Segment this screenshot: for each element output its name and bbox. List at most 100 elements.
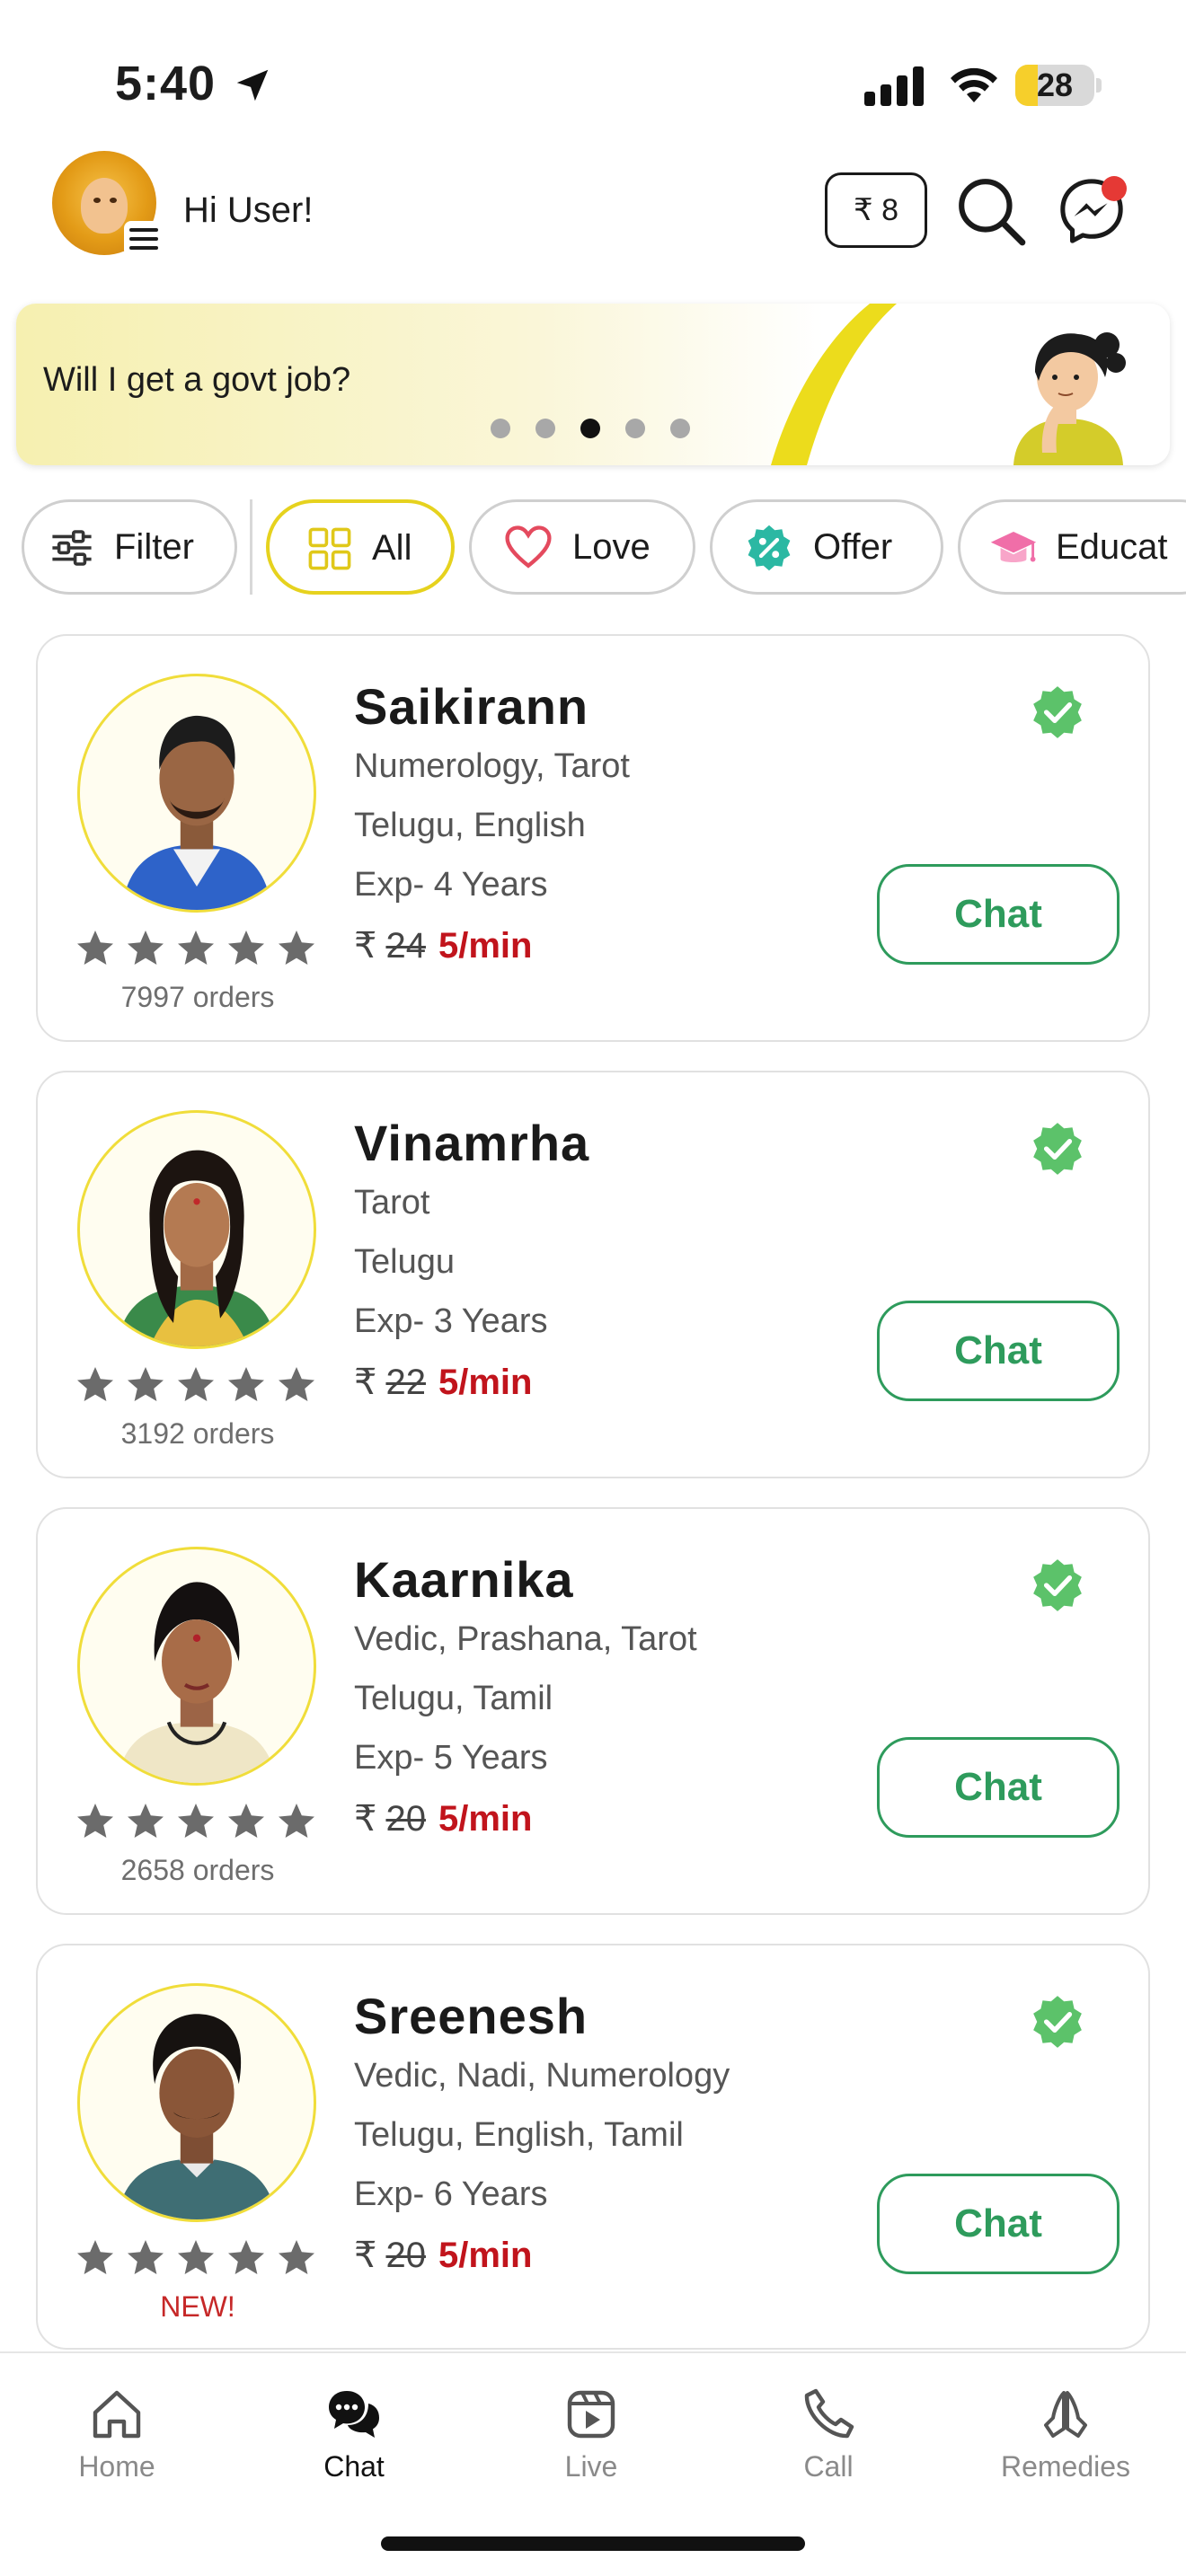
banner-text: Will I get a govt job?	[43, 361, 351, 399]
chat-button[interactable]: Chat	[877, 2174, 1120, 2274]
pagination-dot[interactable]	[625, 419, 645, 438]
rating-stars	[74, 1800, 325, 1845]
astrologer-experience: Exp- 6 Years	[354, 2175, 548, 2213]
current-price: 5/min	[438, 2236, 533, 2275]
category-chip-education[interactable]: Educat	[958, 499, 1186, 595]
star-icon	[178, 2240, 214, 2274]
astrologer-card[interactable]: NEW! Sreenesh Vedic, Nadi, Numerology Te…	[36, 1944, 1150, 2350]
new-badge: NEW!	[160, 2290, 235, 2323]
astrologer-experience: Exp- 4 Years	[354, 866, 548, 904]
astrologer-name: Kaarnika	[354, 1551, 574, 1608]
star-icon	[77, 1804, 113, 1838]
thinking-girl-illustration	[1013, 332, 1126, 465]
nav-home[interactable]: Home	[27, 2371, 207, 2497]
star-icon	[77, 931, 113, 965]
star-icon	[77, 2240, 113, 2274]
rating-stars	[74, 2236, 325, 2281]
pagination-dot[interactable]	[491, 419, 510, 438]
pagination-dot[interactable]	[535, 419, 555, 438]
chat-button[interactable]: Chat	[877, 1737, 1120, 1838]
star-icon	[128, 1367, 164, 1401]
astrologer-card[interactable]: 2658 orders Kaarnika Vedic, Prashana, Ta…	[36, 1507, 1150, 1915]
currency-symbol: ₹	[354, 1363, 377, 1402]
orders-count: 7997 orders	[120, 981, 275, 1013]
astrologer-name: Vinamrha	[354, 1115, 590, 1171]
astrologer-skills: Tarot	[354, 1184, 430, 1222]
astrologer-languages: Telugu	[354, 1243, 455, 1281]
discount-icon	[748, 525, 791, 571]
nav-label: Chat	[323, 2450, 385, 2483]
heart-icon	[505, 525, 552, 569]
category-chip-offer[interactable]: Offer	[710, 499, 943, 595]
sliders-icon	[52, 530, 92, 566]
rating-stars	[74, 927, 325, 972]
nav-remedies[interactable]: Remedies	[976, 2371, 1155, 2497]
astrologer-photo[interactable]	[77, 1110, 316, 1349]
home-icon	[93, 2390, 141, 2439]
astrologer-card[interactable]: 7997 orders Saikirann Numerology, Tarot …	[36, 634, 1150, 1042]
star-icon	[128, 2240, 164, 2274]
astrologer-experience: Exp- 3 Years	[354, 1302, 548, 1340]
nav-live[interactable]: Live	[501, 2371, 681, 2497]
astrologer-name: Saikirann	[354, 678, 589, 735]
battery-indicator: 28	[1015, 65, 1102, 106]
star-icon	[279, 2240, 314, 2274]
search-icon[interactable]	[954, 174, 1028, 248]
astrologer-price: ₹22 5/min	[354, 1362, 532, 1403]
category-chip-label: Offer	[813, 527, 893, 567]
pagination-dot-active[interactable]	[580, 419, 600, 438]
filter-chip[interactable]: Filter	[22, 499, 237, 595]
star-icon	[128, 931, 164, 965]
star-icon	[279, 1367, 314, 1401]
nav-call[interactable]: Call	[739, 2371, 918, 2497]
category-chip-all[interactable]: All	[266, 499, 455, 595]
star-icon	[178, 1367, 214, 1401]
astrologer-skills: Numerology, Tarot	[354, 747, 630, 785]
live-play-icon	[567, 2390, 615, 2439]
astrologer-price: ₹24 5/min	[354, 925, 532, 966]
currency-symbol: ₹	[354, 926, 377, 966]
star-icon	[178, 1804, 214, 1838]
category-chip-label: Educat	[1056, 527, 1168, 567]
astrologer-photo[interactable]	[77, 1983, 316, 2222]
orders-count: 3192 orders	[120, 1417, 275, 1450]
nav-label: Call	[803, 2450, 854, 2483]
category-chip-love[interactable]: Love	[469, 499, 695, 595]
astrologer-price: ₹20 5/min	[354, 1798, 532, 1839]
astrologer-name: Sreenesh	[354, 1988, 589, 2044]
graduation-cap-icon	[990, 532, 1037, 562]
pagination-dot[interactable]	[670, 419, 690, 438]
chat-button[interactable]: Chat	[877, 864, 1120, 965]
category-filter-bar: Filter All Love Offer Educat	[0, 499, 1186, 595]
banner-pagination	[491, 419, 715, 440]
astrologer-languages: Telugu, English, Tamil	[354, 2116, 684, 2154]
grid-icon	[308, 527, 351, 570]
status-time: 5:40	[115, 57, 217, 110]
star-icon	[228, 1367, 264, 1401]
astrologer-card[interactable]: 3192 orders Vinamrha Tarot Telugu Exp- 3…	[36, 1071, 1150, 1478]
verified-badge-icon	[1033, 1559, 1082, 1611]
verified-badge-icon	[1033, 1996, 1082, 2048]
current-price: 5/min	[438, 1799, 533, 1839]
astrologer-photo[interactable]	[77, 674, 316, 913]
hamburger-menu-icon[interactable]	[124, 221, 164, 257]
currency-symbol: ₹	[354, 2236, 377, 2275]
chat-button[interactable]: Chat	[877, 1301, 1120, 1401]
star-icon	[178, 931, 214, 965]
star-icon	[128, 1804, 164, 1838]
promo-banner[interactable]: Will I get a govt job?	[16, 304, 1170, 465]
phone-icon	[804, 2388, 854, 2439]
orders-count: 2658 orders	[120, 1854, 275, 1886]
old-price: 20	[385, 1799, 426, 1839]
wallet-balance-button[interactable]: ₹ 8	[825, 172, 927, 248]
nav-chat[interactable]: Chat	[264, 2371, 444, 2497]
filter-chip-label: Filter	[114, 527, 194, 567]
old-price: 22	[385, 1363, 426, 1402]
wifi-icon	[951, 67, 997, 102]
chat-bubbles-icon	[329, 2391, 379, 2438]
verified-badge-icon	[1033, 1123, 1082, 1175]
old-price: 20	[385, 2236, 426, 2275]
star-icon	[228, 1804, 264, 1838]
astrologer-photo[interactable]	[77, 1547, 316, 1786]
notification-dot	[1102, 176, 1127, 201]
